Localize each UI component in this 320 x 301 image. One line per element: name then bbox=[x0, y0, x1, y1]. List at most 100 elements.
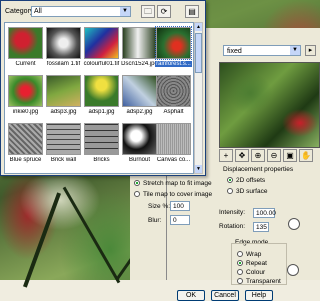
blur-input[interactable]: 0 bbox=[170, 215, 190, 225]
thumbnail-image bbox=[84, 75, 119, 107]
browse-folder-icon[interactable]: 🗀 bbox=[141, 5, 155, 18]
thumbnail-label: fossilam 1.tif bbox=[46, 61, 81, 67]
thumbnail-item[interactable]: colourful01.tif bbox=[83, 27, 120, 67]
chevron-down-icon[interactable]: ▼ bbox=[120, 7, 130, 16]
surface-3d-option[interactable]: 3D surface bbox=[227, 188, 267, 195]
scrollbar-thumb[interactable] bbox=[195, 33, 202, 73]
map-options-button[interactable]: ▸ bbox=[305, 45, 316, 56]
thumbnail-label: Blue spruce bbox=[9, 157, 42, 163]
no-color-icon[interactable] bbox=[287, 264, 299, 276]
thumbnail-image bbox=[46, 27, 81, 59]
rotation-label: Rotation: bbox=[219, 223, 246, 230]
thumbnail-label: Burnout bbox=[128, 157, 150, 163]
thumbnail-image bbox=[8, 75, 43, 107]
fit-icon[interactable]: ▣ bbox=[283, 149, 297, 162]
category-select[interactable]: All ▼ bbox=[31, 6, 131, 17]
stretch-map-option[interactable]: Stretch map to fit image bbox=[134, 180, 212, 187]
radio-icon bbox=[237, 269, 243, 276]
radio-icon bbox=[227, 188, 233, 195]
thumbnail-image bbox=[122, 75, 157, 107]
radio-icon bbox=[227, 177, 233, 184]
thumbnail-label: Dscn1524.jpg bbox=[121, 61, 158, 67]
edge-transparent-option[interactable]: Transparent bbox=[237, 278, 281, 285]
thumbnail-image bbox=[8, 123, 43, 155]
map-options-panel bbox=[130, 172, 166, 280]
refresh-icon[interactable]: ⟳ bbox=[157, 5, 171, 18]
tile-map-option[interactable]: Tile map to cover image bbox=[134, 191, 212, 198]
scroll-up-icon[interactable]: ▲ bbox=[195, 23, 202, 31]
thumbnail-scrollbar[interactable]: ▲ ▼ bbox=[194, 22, 203, 174]
thumbnail-label: adsp1.jpg bbox=[88, 109, 115, 115]
thumbnail-label: adsp3.jpg bbox=[50, 109, 77, 115]
thumbnail-item[interactable]: Bricks bbox=[83, 123, 120, 163]
thumbnail-image bbox=[122, 27, 157, 59]
thumbnail-image bbox=[46, 123, 81, 155]
thumbnail-image bbox=[122, 123, 157, 155]
thumbnail-item[interactable]: Blue spruce bbox=[7, 123, 44, 163]
rotation-dial[interactable] bbox=[288, 218, 300, 230]
add-icon[interactable]: + bbox=[219, 149, 233, 162]
intensity-label: Intensity: bbox=[219, 209, 246, 216]
map-select-value: fixed bbox=[227, 48, 242, 55]
thumbnail-item[interactable]: Canvas co... bbox=[155, 123, 192, 163]
edge-repeat-option[interactable]: Repeat bbox=[237, 260, 267, 267]
chevron-down-icon[interactable]: ▼ bbox=[290, 46, 300, 55]
thumbnail-image bbox=[155, 26, 192, 60]
thumbnail-label: rainforest.s... bbox=[155, 61, 192, 67]
category-value: All bbox=[34, 8, 42, 15]
view-options-icon[interactable]: ▤ bbox=[185, 5, 199, 18]
zoom-in-icon[interactable]: ⊕ bbox=[251, 149, 265, 162]
thumbnail-item[interactable]: Dscn1524.jpg bbox=[121, 27, 158, 67]
thumbnail-image bbox=[84, 123, 119, 155]
thumbnail-image bbox=[46, 75, 81, 107]
thumbnail-image bbox=[156, 123, 191, 155]
rotation-input[interactable]: 135 bbox=[253, 222, 269, 232]
map-select[interactable]: fixed ▼ bbox=[223, 45, 301, 56]
radio-icon bbox=[237, 278, 243, 285]
size-input[interactable]: 100 bbox=[170, 201, 190, 211]
edge-wrap-option[interactable]: Wrap bbox=[237, 251, 261, 258]
size-label: Size %: bbox=[148, 203, 171, 210]
thumbnail-item[interactable]: inkie0.jpg bbox=[7, 75, 44, 115]
thumbnail-label: Asphalt bbox=[163, 109, 184, 115]
offsets-2d-option[interactable]: 2D offsets bbox=[227, 177, 265, 184]
thumbnail-label: Canvas co... bbox=[156, 157, 191, 163]
zoom-out-icon[interactable]: ⊖ bbox=[267, 149, 281, 162]
image-browser-popup: Category: All ▼ 🗀 ⟳ ▤ Current fossilam 1… bbox=[0, 0, 206, 176]
thumbnail-grid: Current fossilam 1.tif colourful01.tif D… bbox=[4, 22, 194, 174]
map-preview-image bbox=[219, 62, 320, 148]
thumbnail-label: adsp2.jpg bbox=[126, 109, 153, 115]
radio-icon bbox=[134, 191, 140, 198]
thumbnail-item[interactable]: Current bbox=[7, 27, 44, 67]
displacement-properties-label: Displacement properties bbox=[223, 166, 294, 173]
edge-color-option[interactable]: Colour bbox=[237, 269, 265, 276]
radio-icon bbox=[134, 180, 140, 187]
ok-button[interactable]: OK bbox=[177, 290, 205, 301]
thumbnail-label: Brick wall bbox=[50, 157, 77, 163]
thumbnail-item[interactable]: Burnout bbox=[121, 123, 158, 163]
preview-tools: + ✥ ⊕ ⊖ ▣ ✋ bbox=[219, 149, 318, 163]
thumbnail-label: Bricks bbox=[93, 157, 110, 163]
radio-icon bbox=[237, 251, 243, 258]
thumbnail-item[interactable]: adsp2.jpg bbox=[121, 75, 158, 115]
thumbnail-item[interactable]: adsp1.jpg bbox=[83, 75, 120, 115]
thumbnail-item[interactable]: Asphalt bbox=[155, 75, 192, 115]
thumbnail-item[interactable]: Brick wall bbox=[45, 123, 82, 163]
thumbnail-item-selected[interactable]: rainforest.s... bbox=[155, 26, 192, 67]
thumbnail-image bbox=[156, 75, 191, 107]
intensity-input[interactable]: 100.00 bbox=[253, 208, 276, 218]
blur-label: Blur: bbox=[148, 217, 162, 224]
radio-icon bbox=[237, 260, 243, 267]
scroll-down-icon[interactable]: ▼ bbox=[195, 165, 202, 173]
move-icon[interactable]: ✥ bbox=[235, 149, 249, 162]
thumbnail-label: colourful01.tif bbox=[83, 61, 120, 67]
thumbnail-item[interactable]: fossilam 1.tif bbox=[45, 27, 82, 67]
pan-icon[interactable]: ✋ bbox=[299, 149, 313, 162]
thumbnail-label: inkie0.jpg bbox=[12, 109, 39, 115]
thumbnail-item[interactable]: adsp3.jpg bbox=[45, 75, 82, 115]
help-button[interactable]: Help bbox=[245, 290, 273, 301]
thumbnail-label: Current bbox=[15, 61, 36, 67]
thumbnail-image bbox=[84, 27, 119, 59]
cancel-button[interactable]: Cancel bbox=[211, 290, 239, 301]
thumbnail-image bbox=[8, 27, 43, 59]
